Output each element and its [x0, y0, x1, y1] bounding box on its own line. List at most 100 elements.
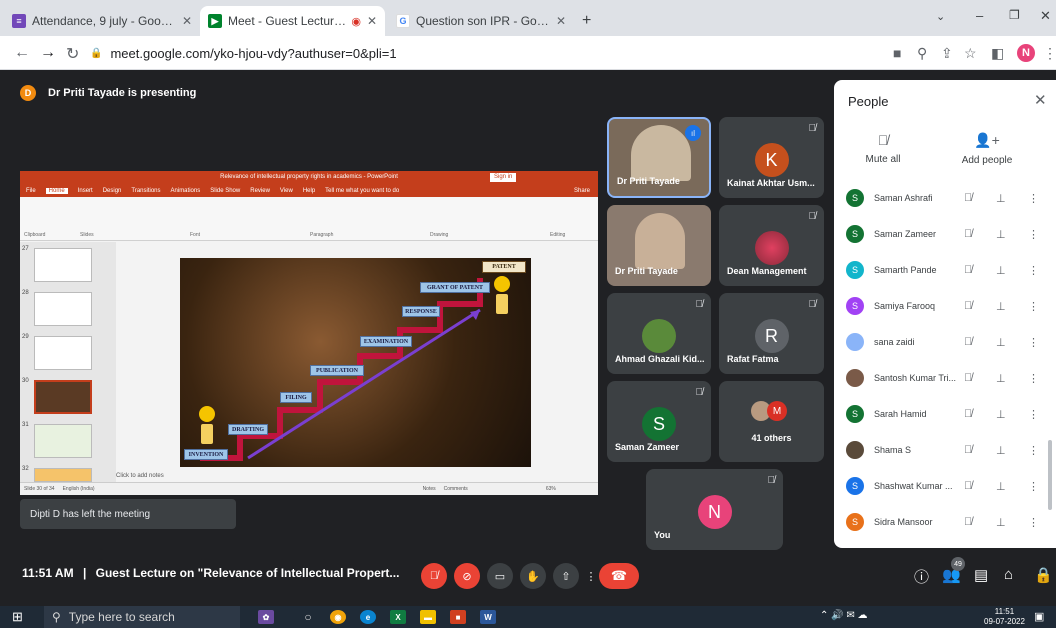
tab-attendance-form[interactable]: ≡ Attendance, 9 july - Google Form ✕ — [4, 6, 200, 36]
pin-icon[interactable]: ⊥ — [996, 300, 1006, 313]
mic-off-icon[interactable]: 🎙̸ — [964, 444, 972, 456]
close-tab-icon[interactable]: ✕ — [182, 14, 192, 28]
participant-tile[interactable]: 🎙̸ Ahmad Ghazali Kid... — [607, 293, 711, 374]
self-tile[interactable]: 🎙̸ N You — [646, 469, 783, 550]
chat-icon[interactable]: ▤ — [974, 566, 988, 584]
side-panel-icon[interactable]: ◧ — [991, 45, 1004, 62]
pin-icon[interactable]: ⊥ — [996, 228, 1006, 241]
minimize-button[interactable]: – — [976, 8, 983, 23]
leave-call-button[interactable]: ☎ — [599, 563, 639, 589]
forward-icon[interactable]: → — [40, 44, 56, 62]
present-button[interactable]: ⇧ — [553, 563, 579, 589]
taskbar-search[interactable]: ⚲ Type here to search — [44, 606, 240, 628]
info-icon[interactable]: ⓘ — [914, 566, 929, 587]
bookmark-star-icon[interactable]: ☆ — [964, 45, 977, 62]
tab-meet[interactable]: ▶ Meet - Guest Lecture on "Re ◉ ✕ — [200, 6, 385, 36]
mic-off-icon[interactable]: 🎙̸ — [964, 192, 972, 204]
mic-off-icon[interactable]: 🎙̸ — [964, 516, 972, 528]
close-tab-icon[interactable]: ✕ — [367, 14, 377, 28]
participant-tile[interactable]: ıl Dr Priti Tayade — [607, 117, 711, 198]
more-vert-icon[interactable]: ⋮ — [1028, 300, 1039, 313]
pin-icon[interactable]: ⊥ — [996, 336, 1006, 349]
others-tile[interactable]: M 41 others — [719, 381, 824, 462]
slide-thumbnail[interactable] — [34, 248, 92, 282]
more-vert-icon[interactable]: ⋮ — [1028, 516, 1039, 529]
camera-toggle-button[interactable]: ⊘ — [454, 563, 480, 589]
pin-icon[interactable]: ⊥ — [996, 192, 1006, 205]
notifications-icon[interactable]: ▣ — [1034, 610, 1044, 623]
mic-toggle-button[interactable]: 🎙̸ — [421, 563, 447, 589]
participant-tile[interactable]: 🎙̸ Dean Management — [719, 205, 824, 286]
participant-list-item[interactable]: Santosh Kumar Tri... 🎙̸ ⊥ ⋮ — [846, 366, 1046, 390]
participant-list-item[interactable]: S Shashwat Kumar ... 🎙̸ ⊥ ⋮ — [846, 474, 1046, 498]
close-window-button[interactable]: ✕ — [1040, 8, 1051, 24]
pin-icon[interactable]: ⊥ — [996, 444, 1006, 457]
close-panel-icon[interactable]: ✕ — [1034, 91, 1047, 109]
more-vert-icon[interactable]: ⋮ — [1028, 372, 1039, 385]
more-vert-icon[interactable]: ⋮ — [1028, 228, 1039, 241]
new-tab-button[interactable]: + — [582, 12, 591, 30]
tab-google-search[interactable]: G Question son IPR - Google Search ✕ — [388, 6, 574, 36]
share-icon[interactable]: ⇪ — [941, 45, 953, 62]
news-widget-icon[interactable]: ✿ — [258, 610, 274, 624]
shared-screen-powerpoint[interactable]: Relevance of intellectual property right… — [20, 171, 598, 495]
participant-list-item[interactable]: S Saman Ashrafi 🎙̸ ⊥ ⋮ — [846, 186, 1046, 210]
more-vert-icon[interactable]: ⋮ — [1028, 264, 1039, 277]
slide-thumbnail[interactable] — [34, 424, 92, 458]
more-vert-icon[interactable]: ⋮ — [1028, 444, 1039, 457]
slide-thumbnail[interactable] — [34, 468, 92, 482]
mic-off-icon[interactable]: 🎙̸ — [964, 336, 972, 348]
mic-off-icon[interactable]: 🎙̸ — [964, 264, 972, 276]
camera-icon[interactable]: ■ — [893, 45, 901, 61]
app-icon[interactable]: ■ — [450, 610, 466, 624]
slide-thumbnail[interactable] — [34, 292, 92, 326]
edge-icon[interactable]: e — [360, 610, 376, 624]
more-vert-icon[interactable]: ⋮ — [1028, 336, 1039, 349]
more-vert-icon[interactable]: ⋮ — [1028, 480, 1039, 493]
participant-tile[interactable]: 🎙̸ R Rafat Fatma — [719, 293, 824, 374]
back-icon[interactable]: ← — [14, 44, 30, 62]
word-icon[interactable]: W — [480, 610, 496, 624]
file-explorer-icon[interactable]: ▬ — [420, 610, 436, 624]
participant-list-item[interactable]: sana zaidi 🎙̸ ⊥ ⋮ — [846, 330, 1046, 354]
scrollbar[interactable] — [1048, 440, 1052, 510]
mic-off-icon[interactable]: 🎙̸ — [964, 228, 972, 240]
slide-thumbnail-selected[interactable] — [34, 380, 92, 414]
pin-icon[interactable]: ⊥ — [996, 516, 1006, 529]
participant-list-item[interactable]: S Samiya Farooq 🎙̸ ⊥ ⋮ — [846, 294, 1046, 318]
windows-start-icon[interactable]: ⊞ — [12, 609, 23, 625]
zoom-icon[interactable]: ⚲ — [917, 45, 927, 62]
mic-off-icon[interactable]: 🎙̸ — [964, 408, 972, 420]
profile-avatar[interactable]: N — [1017, 44, 1035, 62]
activities-icon[interactable]: ⌂ — [1004, 566, 1013, 583]
mute-all-button[interactable]: 🎙̸ Mute all — [838, 132, 928, 165]
participant-list-item[interactable]: S Sarah Hamid 🎙̸ ⊥ ⋮ — [846, 402, 1046, 426]
participant-list-item[interactable]: S Saman Zameer 🎙̸ ⊥ ⋮ — [846, 222, 1046, 246]
task-view-icon[interactable]: ○ — [300, 610, 316, 624]
more-vert-icon[interactable]: ⋮ — [1028, 192, 1039, 205]
participant-list-item[interactable]: S Sidra Mansoor 🎙̸ ⊥ ⋮ — [846, 510, 1046, 534]
system-tray-icons[interactable]: ⌃ 🔊 ✉ ☁ — [820, 610, 868, 621]
captions-button[interactable]: ▭ — [487, 563, 513, 589]
host-controls-icon[interactable]: 🔒 — [1034, 566, 1053, 584]
url-field[interactable]: 🔒 meet.google.com/yko-hjou-vdy?authuser=… — [90, 40, 880, 66]
mic-off-icon[interactable]: 🎙̸ — [964, 300, 972, 312]
participant-list-item[interactable]: S Samarth Pande 🎙̸ ⊥ ⋮ — [846, 258, 1046, 282]
participant-tile[interactable]: 🎙̸ S Saman Zameer — [607, 381, 711, 462]
taskbar-clock[interactable]: 11:51 09-07-2022 — [984, 607, 1025, 627]
reload-icon[interactable]: ↻ — [66, 44, 79, 64]
participant-tile[interactable]: Dr Priti Tayade — [607, 205, 711, 286]
slide-thumbnail[interactable] — [34, 336, 92, 370]
close-tab-icon[interactable]: ✕ — [556, 14, 566, 28]
tab-search-icon[interactable]: ⌄ — [936, 10, 945, 23]
restore-button[interactable]: ❐ — [1009, 8, 1020, 22]
excel-icon[interactable]: X — [390, 610, 406, 624]
participant-list-item[interactable]: Shama S 🎙̸ ⊥ ⋮ — [846, 438, 1046, 462]
pin-icon[interactable]: ⊥ — [996, 264, 1006, 277]
pin-icon[interactable]: ⊥ — [996, 480, 1006, 493]
raise-hand-button[interactable]: ✋ — [520, 563, 546, 589]
mic-off-icon[interactable]: 🎙̸ — [964, 480, 972, 492]
chrome-icon[interactable]: ◉ — [330, 610, 346, 624]
pin-icon[interactable]: ⊥ — [996, 372, 1006, 385]
more-options-button[interactable]: ⋮ — [583, 563, 599, 589]
